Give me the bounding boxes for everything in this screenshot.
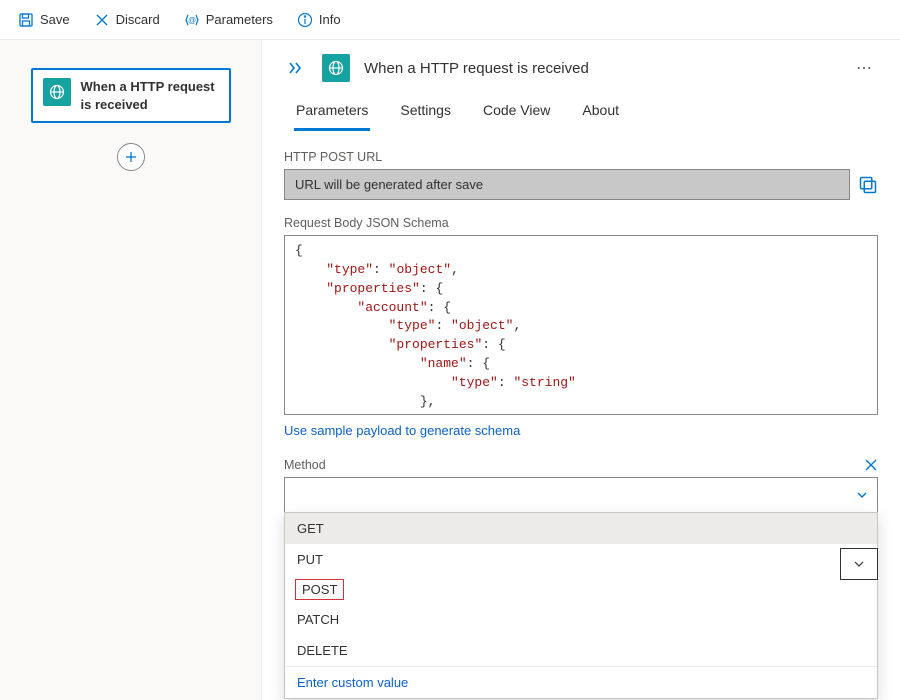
info-icon bbox=[297, 12, 313, 28]
add-parameter-select[interactable] bbox=[840, 548, 878, 580]
tab-settings[interactable]: Settings bbox=[398, 94, 453, 131]
method-option-patch[interactable]: PATCH bbox=[285, 604, 877, 635]
save-icon bbox=[18, 12, 34, 28]
discard-label: Discard bbox=[116, 12, 160, 27]
parameters-icon: @ bbox=[184, 12, 200, 28]
url-readonly-box: URL will be generated after save bbox=[284, 169, 850, 200]
parameters-label: Parameters bbox=[206, 12, 273, 27]
collapse-panel-button[interactable] bbox=[284, 57, 308, 79]
trigger-detail-panel: When a HTTP request is received ⋯ Parame… bbox=[262, 40, 900, 700]
svg-text:@: @ bbox=[188, 16, 196, 25]
method-custom-value[interactable]: Enter custom value bbox=[285, 666, 877, 698]
designer-toolbar: Save Discard @ Parameters Info bbox=[0, 0, 900, 40]
method-option-delete[interactable]: DELETE bbox=[285, 635, 877, 666]
designer-canvas: When a HTTP request is received bbox=[0, 40, 262, 700]
chevron-right-icon bbox=[288, 61, 304, 75]
method-dropdown-list: GETPUT POST PATCHDELETEEnter custom value bbox=[284, 512, 878, 699]
schema-editor[interactable]: { "type": "object", "properties": { "acc… bbox=[284, 235, 878, 415]
tab-code-view[interactable]: Code View bbox=[481, 94, 552, 131]
parameters-button[interactable]: @ Parameters bbox=[176, 8, 281, 32]
discard-button[interactable]: Discard bbox=[86, 8, 168, 32]
method-dropdown[interactable] bbox=[284, 477, 878, 513]
close-icon bbox=[864, 458, 878, 472]
chevron-down-icon bbox=[855, 488, 869, 502]
http-trigger-icon bbox=[322, 54, 350, 82]
method-option-post[interactable]: POST bbox=[295, 579, 344, 600]
http-trigger-icon bbox=[43, 78, 71, 106]
discard-icon bbox=[94, 12, 110, 28]
save-label: Save bbox=[40, 12, 70, 27]
save-button[interactable]: Save bbox=[10, 8, 78, 32]
url-field-label: HTTP POST URL bbox=[284, 150, 878, 164]
chevron-down-icon bbox=[853, 558, 865, 570]
trigger-card[interactable]: When a HTTP request is received bbox=[31, 68, 231, 123]
method-field-label: Method bbox=[284, 458, 326, 472]
copy-url-button[interactable] bbox=[858, 175, 878, 195]
detail-tabs: Parameters Settings Code View About bbox=[294, 94, 878, 132]
sample-payload-link[interactable]: Use sample payload to generate schema bbox=[284, 423, 520, 438]
method-option-put[interactable]: PUT bbox=[285, 544, 877, 575]
trigger-label: When a HTTP request is received bbox=[81, 78, 219, 113]
add-step-button[interactable] bbox=[117, 143, 145, 171]
more-actions-button[interactable]: ⋯ bbox=[850, 54, 878, 82]
tab-about[interactable]: About bbox=[580, 94, 621, 131]
schema-field-label: Request Body JSON Schema bbox=[284, 216, 878, 230]
remove-method-button[interactable] bbox=[864, 458, 878, 472]
tab-parameters[interactable]: Parameters bbox=[294, 94, 370, 131]
detail-title: When a HTTP request is received bbox=[364, 60, 836, 77]
info-label: Info bbox=[319, 12, 341, 27]
plus-icon bbox=[124, 150, 138, 164]
copy-icon bbox=[858, 175, 878, 195]
method-option-get[interactable]: GET bbox=[285, 513, 877, 544]
info-button[interactable]: Info bbox=[289, 8, 349, 32]
